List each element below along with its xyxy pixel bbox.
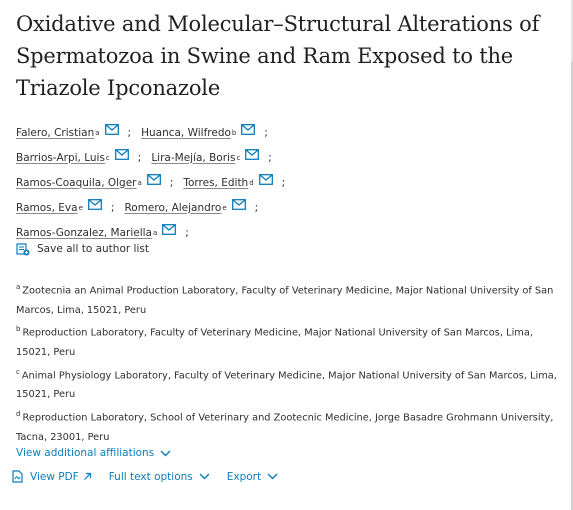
save-authors-button[interactable]: Save all to author list (16, 242, 561, 256)
full-text-options-button[interactable]: Full text options (109, 471, 210, 483)
author-row: Falero, Cristian a; Huanca, Wilfredo b; (16, 120, 561, 145)
author-entry: Ramos-Gonzalez, Mariella a; (16, 224, 199, 239)
author-name-link[interactable]: Ramos-Coaquila, Olger (16, 177, 137, 189)
export-button[interactable]: Export (227, 471, 278, 483)
affiliation-item: d Reproduction Laboratory, School of Vete… (16, 405, 561, 447)
chevron-down-icon (267, 473, 278, 480)
mail-icon[interactable] (231, 199, 246, 210)
author-separator: ; (268, 151, 272, 164)
affiliation-superscript[interactable]: c (236, 154, 240, 162)
author-name-link[interactable]: Ramos, Eva (16, 202, 78, 214)
author-separator: ; (254, 201, 259, 214)
affiliation-superscript[interactable]: e (79, 204, 83, 212)
affiliation-superscript[interactable]: d (249, 179, 253, 187)
chevron-down-icon (199, 473, 210, 480)
author-separator: ; (264, 126, 268, 139)
mail-icon[interactable] (258, 174, 273, 185)
author-row: Barrios-Arpi, Luis c; Lira-Mejía, Boris c; (16, 145, 561, 170)
affiliation-marker: b (16, 325, 21, 334)
affiliation-marker: d (16, 409, 21, 418)
mail-icon[interactable] (162, 224, 177, 235)
pdf-icon (12, 470, 23, 483)
author-name-link[interactable]: Huanca, Wilfredo (141, 127, 231, 139)
author-name-link[interactable]: Falero, Cristian (16, 127, 94, 139)
mail-icon[interactable] (87, 199, 102, 210)
affiliation-item: c Animal Physiology Laboratory, Faculty o… (16, 363, 561, 405)
author-name-link[interactable]: Lira-Mejía, Boris (151, 152, 235, 164)
author-name-link[interactable]: Romero, Alejandro (124, 202, 221, 214)
author-entry: Huanca, Wilfredo b; (141, 124, 278, 139)
affiliation-superscript[interactable]: b (232, 129, 236, 137)
affiliation-text: Zootecnia an Animal Production Laborator… (16, 285, 554, 316)
affiliation-superscript[interactable]: e (222, 204, 226, 212)
affiliation-marker: c (16, 367, 20, 376)
author-name-link[interactable]: Barrios-Arpi, Luis (16, 152, 105, 164)
article-header: Oxidative and Molecular–Structural Alter… (16, 8, 561, 459)
save-list-icon (16, 242, 30, 255)
author-entry: Romero, Alejandro e; (124, 199, 268, 214)
author-separator: ; (169, 176, 174, 189)
view-pdf-label: View PDF (30, 470, 79, 483)
author-row: Ramos-Coaquila, Olger a; Torres, Edith d; (16, 170, 561, 195)
mail-icon[interactable] (104, 124, 119, 135)
author-entry: Falero, Cristian a; (16, 124, 141, 139)
affiliation-text: Animal Physiology Laboratory, Faculty of… (16, 369, 557, 401)
mail-icon[interactable] (114, 149, 129, 160)
author-list: Falero, Cristian a; Huanca, Wilfredo b; Barr… (16, 120, 561, 245)
author-entry: Ramos, Eva e; (16, 199, 124, 214)
author-entry: Barrios-Arpi, Luis c; (16, 149, 151, 164)
author-name-link[interactable]: Torres, Edith (183, 177, 248, 189)
author-separator: ; (137, 151, 142, 164)
author-name-link[interactable]: Ramos-Gonzalez, Mariella (16, 227, 152, 239)
affiliation-superscript[interactable]: a (153, 229, 157, 237)
author-separator: ; (281, 176, 286, 189)
chevron-down-icon (160, 450, 171, 457)
view-affiliations-label: View additional affiliations (16, 447, 155, 460)
affiliation-superscript[interactable]: a (95, 129, 99, 137)
author-entry: Lira-Mejía, Boris c; (151, 149, 282, 164)
external-arrow-icon (83, 472, 91, 480)
view-additional-affiliations-link[interactable]: View additional affiliations (16, 447, 561, 459)
author-entry: Ramos-Coaquila, Olger a; (16, 174, 183, 189)
affiliation-item: b Reproduction Laboratory, Faculty of Vet… (16, 320, 561, 362)
full-text-options-label: Full text options (108, 470, 193, 483)
mail-icon[interactable] (245, 149, 260, 160)
mail-icon[interactable] (146, 174, 161, 185)
author-separator: ; (185, 226, 189, 239)
view-pdf-button[interactable]: View PDF (12, 470, 92, 483)
save-authors-label: Save all to author list (37, 243, 149, 255)
affiliation-text: Reproduction Laboratory, Faculty of Vete… (16, 327, 533, 359)
article-toolbar: View PDF Full text options Export (12, 470, 295, 483)
author-row: Ramos, Eva e; Romero, Alejandro e; (16, 195, 561, 220)
mail-icon[interactable] (241, 124, 256, 135)
article-title: Oxidative and Molecular–Structural Alter… (16, 12, 540, 100)
affiliation-text: Reproduction Laboratory, School of Veter… (16, 412, 554, 443)
affiliation-marker: a (16, 283, 21, 291)
affiliations: a Zootecnia an Animal Production Laborato… (16, 278, 561, 447)
affiliation-item: a Zootecnia an Animal Production Laborato… (16, 278, 561, 320)
author-separator: ; (110, 201, 115, 214)
affiliation-superscript[interactable]: c (106, 154, 110, 162)
author-separator: ; (127, 126, 132, 139)
export-label: Export (226, 470, 262, 483)
author-entry: Torres, Edith d; (183, 174, 295, 189)
affiliation-superscript[interactable]: a (138, 179, 142, 187)
